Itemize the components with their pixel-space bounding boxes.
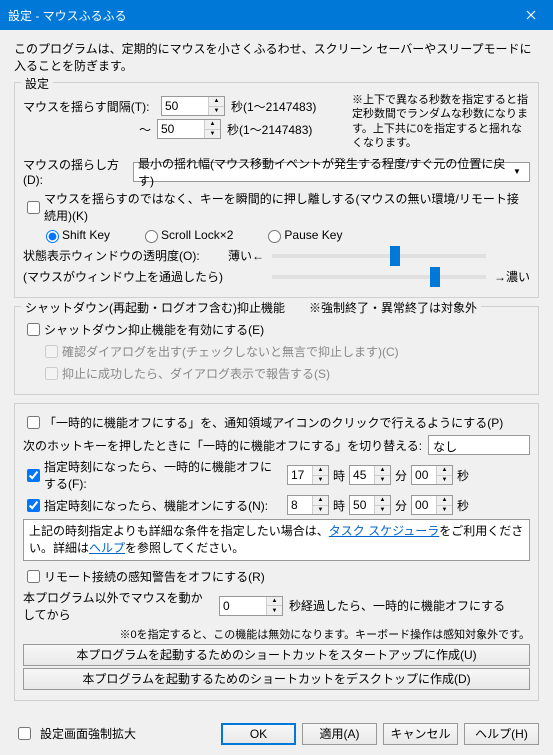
close-button[interactable] <box>508 0 553 30</box>
chevron-down-icon: ▼ <box>509 167 525 176</box>
slider-hover-thumb[interactable] <box>430 267 440 287</box>
group-shutdown-legend: シャットダウン(再起動・ログオフ含む)抑止機能 ※強制終了・異常終了は対象外 <box>21 299 481 316</box>
chk-shutdown-enable-label: シャットダウン抑止機能を有効にする(E) <box>44 321 264 338</box>
chk-remote-warn-off-label: リモート接続の感知警告をオフにする(R) <box>44 568 265 585</box>
program-description: このプログラムは、定期的にマウスを小さくふるわせ、スクリーン セーバーやスリープ… <box>14 40 539 74</box>
chk-keypress-label: マウスを揺らすのではなく、キーを瞬間的に押し離しする(マウスの無い環境/リモート… <box>44 190 530 224</box>
chk-keypress[interactable] <box>27 201 40 214</box>
spin-down-icon[interactable]: ▼ <box>209 107 224 116</box>
chk-notify-icon[interactable] <box>27 416 40 429</box>
off-sec-spin[interactable]: ▲▼ <box>411 465 453 485</box>
on-hour-spin[interactable]: ▲▼ <box>287 495 329 515</box>
window-title: 設定 - マウスふるふる <box>8 7 127 24</box>
ok-button[interactable]: OK <box>221 723 296 745</box>
interval-tilde: ～ <box>23 121 157 138</box>
off-hour-spin[interactable]: ▲▼ <box>287 465 329 485</box>
slider-thick-label: →濃い <box>494 268 530 285</box>
chk-on-at-time-label: 指定時刻になったら、機能オンにする(N): <box>44 497 268 514</box>
radio-pause[interactable] <box>268 230 281 243</box>
link-help[interactable]: ヘルプ <box>89 541 125 555</box>
slider-thin-label: 薄い← <box>228 247 264 264</box>
chk-shutdown-confirm-label: 確認ダイアログを出す(チェックしないと無言で抑止します)(C) <box>62 343 399 360</box>
method-combo-text: 最小の揺れ幅(マウス移動イベントが発生する程度/すぐ元の位置に戻す) <box>138 155 509 189</box>
scheduler-info: 上記の時刻指定よりも詳細な条件を指定したい場合は、タスク スケジューラをご利用く… <box>23 519 530 561</box>
spin-up-icon[interactable]: ▲ <box>205 120 220 130</box>
chk-notify-icon-label: 「一時的に機能オフにする」を、通知領域アイコンのクリックで行えるようにする(P) <box>44 414 503 431</box>
chk-on-at-time[interactable] <box>27 499 40 512</box>
on-sec-spin[interactable]: ▲▼ <box>411 495 453 515</box>
apply-button[interactable]: 適用(A) <box>302 723 377 745</box>
unit-hour: 時 <box>333 467 345 484</box>
radio-scroll-label: Scroll Lock×2 <box>161 228 233 242</box>
radio-shift-label: Shift Key <box>62 228 110 242</box>
chk-shutdown-confirm <box>45 345 58 358</box>
idle-label: 本プログラム以外でマウスを動かしてから <box>23 589 213 623</box>
interval-to-input[interactable] <box>158 120 204 138</box>
titlebar: 設定 - マウスふるふる <box>0 0 553 30</box>
radio-scroll[interactable] <box>145 230 158 243</box>
interval-note: ※上下で異なる秒数を指定すると指定秒数間でランダムな秒数になります。上下共に0を… <box>352 93 530 150</box>
unit-sec: 秒 <box>457 467 469 484</box>
chk-shutdown-report-label: 抑止に成功したら、ダイアログ表示で報告する(S) <box>62 365 330 382</box>
idle-suffix: 秒経過したら、一時的に機能オフにする <box>289 597 505 614</box>
interval-to-spin[interactable]: ▲▼ <box>157 119 221 139</box>
spin-up-icon[interactable]: ▲ <box>209 97 224 107</box>
group-settings: 設定 マウスを揺らす間隔(T): ▲▼ 秒(1～2147483) ～ <box>14 82 539 298</box>
chk-off-at-time[interactable] <box>27 469 40 482</box>
interval-unit-2: 秒(1～2147483) <box>227 121 312 138</box>
slider-opacity-label: 状態表示ウィンドウの透明度(O): <box>23 247 228 264</box>
on-min-spin[interactable]: ▲▼ <box>349 495 391 515</box>
slider-opacity-thumb[interactable] <box>390 246 400 266</box>
slider-hover[interactable] <box>272 275 486 279</box>
method-label: マウスの揺らし方(D): <box>23 156 133 187</box>
interval-label: マウスを揺らす間隔(T): <box>23 98 161 115</box>
idle-seconds-spin[interactable]: ▲▼ <box>219 596 283 616</box>
idle-note: ※0を指定すると、この機能は無効になります。キーボード操作は感知対象外です。 <box>23 626 530 642</box>
interval-from-input[interactable] <box>162 97 208 115</box>
chk-force-expand-label: 設定画面強制拡大 <box>40 725 136 742</box>
method-combo[interactable]: 最小の揺れ幅(マウス移動イベントが発生する程度/すぐ元の位置に戻す) ▼ <box>133 162 530 182</box>
close-icon <box>526 10 536 20</box>
dialog-footer: 設定画面強制拡大 OK 適用(A) キャンセル ヘルプ(H) <box>0 717 553 755</box>
chk-shutdown-enable[interactable] <box>27 323 40 336</box>
slider-opacity[interactable] <box>272 254 486 258</box>
settings-window: 設定 - マウスふるふる このプログラムは、定期的にマウスを小さくふるわせ、スク… <box>0 0 553 639</box>
cancel-button[interactable]: キャンセル <box>383 723 458 745</box>
chk-off-at-time-label: 指定時刻になったら、一時的に機能オフにする(F): <box>44 458 283 492</box>
slider-hover-label: (マウスがウィンドウ上を通過したら) <box>23 268 228 285</box>
interval-from-spin[interactable]: ▲▼ <box>161 96 225 116</box>
btn-create-startup-shortcut[interactable]: 本プログラムを起動するためのショートカットをスタートアップに作成(U) <box>23 644 530 666</box>
hotkey-field[interactable]: なし <box>428 435 530 455</box>
btn-create-desktop-shortcut[interactable]: 本プログラムを起動するためのショートカットをデスクトップに作成(D) <box>23 668 530 690</box>
chk-shutdown-report <box>45 367 58 380</box>
link-task-scheduler[interactable]: タスク スケジューラ <box>329 524 440 538</box>
chk-force-expand[interactable] <box>18 727 31 740</box>
unit-min: 分 <box>395 467 407 484</box>
radio-shift[interactable] <box>46 230 59 243</box>
group-shutdown: シャットダウン(再起動・ログオフ含む)抑止機能 ※強制終了・異常終了は対象外 シ… <box>14 306 539 395</box>
chk-remote-warn-off[interactable] <box>27 570 40 583</box>
hotkey-label: 次のホットキーを押したときに「一時的に機能オフにする」を切り替える: <box>23 437 422 454</box>
group-temp-off: 「一時的に機能オフにする」を、通知領域アイコンのクリックで行えるようにする(P)… <box>14 403 539 701</box>
radio-pause-label: Pause Key <box>284 228 342 242</box>
interval-unit-1: 秒(1～2147483) <box>231 98 316 115</box>
group-settings-legend: 設定 <box>21 75 53 92</box>
spin-down-icon[interactable]: ▼ <box>205 130 220 139</box>
help-button[interactable]: ヘルプ(H) <box>464 723 539 745</box>
off-min-spin[interactable]: ▲▼ <box>349 465 391 485</box>
